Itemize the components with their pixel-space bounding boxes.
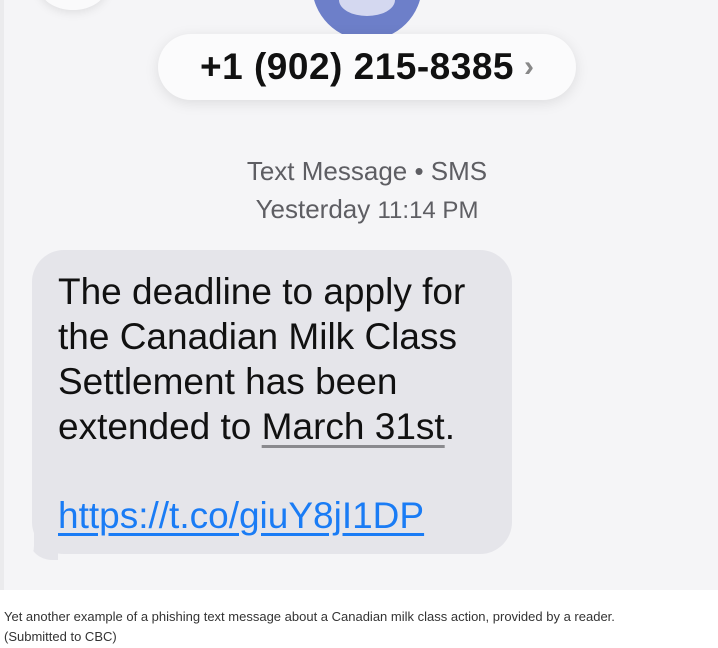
photo-caption: Yet another example of a phishing text m…	[4, 607, 714, 647]
contact-number-button[interactable]: +1 (902) 215-8385 ›	[158, 34, 576, 100]
message-type-label: Text Message • SMS	[246, 156, 488, 186]
back-icon[interactable]	[40, 0, 106, 10]
caption-credit: (Submitted to CBC)	[4, 629, 117, 644]
message-screen: +1 (902) 215-8385 › Text Message • SMS Y…	[0, 0, 718, 590]
avatar-head-shape	[339, 0, 395, 16]
message-line: extended to March 31st.	[58, 406, 455, 448]
message-line: the Canadian Milk Class	[58, 316, 457, 357]
date-link[interactable]: March 31st	[262, 406, 445, 447]
timestamp-time: 11:14 PM	[377, 197, 479, 224]
screen-edge	[0, 0, 4, 590]
chevron-right-icon: ›	[524, 50, 534, 83]
bubble-tail-mask	[12, 526, 34, 566]
message-line-text: extended to	[58, 406, 252, 447]
message-line: Settlement has been	[58, 361, 398, 402]
timestamp-day: Yesterday	[255, 194, 371, 224]
url-link[interactable]: https://t.co/giuY8jI1DP	[58, 495, 424, 537]
period: .	[444, 406, 455, 447]
phone-number: +1 (902) 215-8385	[200, 46, 514, 87]
message-timestamp: Yesterday 11:14 PM	[0, 194, 718, 225]
caption-line: Yet another example of a phishing text m…	[4, 609, 615, 624]
message-line: The deadline to apply for	[58, 271, 466, 312]
